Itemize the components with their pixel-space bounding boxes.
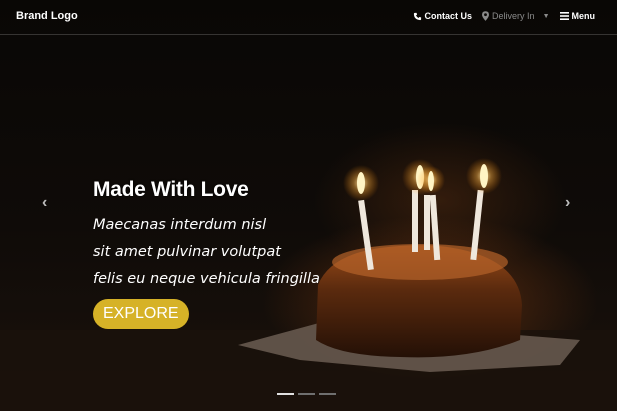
contact-us-link[interactable]: Contact Us: [413, 11, 473, 21]
delivery-label: Delivery In: [492, 11, 535, 21]
map-pin-icon: [482, 11, 490, 21]
slide-title: Made With Love: [93, 178, 249, 201]
slide-text-line: felis eu neque vehicula fringilla: [93, 271, 320, 287]
delivery-dropdown[interactable]: Delivery In ▼: [482, 11, 550, 21]
menu-button[interactable]: Menu: [559, 11, 596, 21]
phone-icon: [413, 12, 421, 20]
slide-indicator[interactable]: [298, 393, 315, 395]
carousel-indicators: [277, 393, 336, 395]
slide-text-line: sit amet pulvinar volutpat: [93, 244, 281, 260]
hamburger-icon: [559, 12, 569, 20]
top-navbar: Brand Logo Contact Us Delivery In ▼ Menu: [0, 0, 617, 35]
chevron-left-icon[interactable]: ‹: [42, 194, 47, 212]
nav-links: Contact Us Delivery In ▼ Menu: [413, 11, 595, 21]
brand-logo[interactable]: Brand Logo: [16, 10, 78, 22]
menu-label: Menu: [571, 11, 596, 21]
slide-text-line: Maecanas interdum nisl: [93, 217, 267, 233]
slide-caption: Made With Love Maecanas interdum nisl si…: [93, 178, 320, 293]
chevron-right-icon[interactable]: ›: [565, 194, 570, 212]
contact-us-label: Contact Us: [424, 11, 473, 21]
slide-indicator[interactable]: [277, 393, 294, 395]
caret-down-icon: ▼: [542, 12, 550, 20]
slide-indicator[interactable]: [319, 393, 336, 395]
hero-carousel: Brand Logo Contact Us Delivery In ▼ Menu…: [0, 0, 617, 411]
explore-button[interactable]: EXPLORE: [93, 299, 189, 329]
